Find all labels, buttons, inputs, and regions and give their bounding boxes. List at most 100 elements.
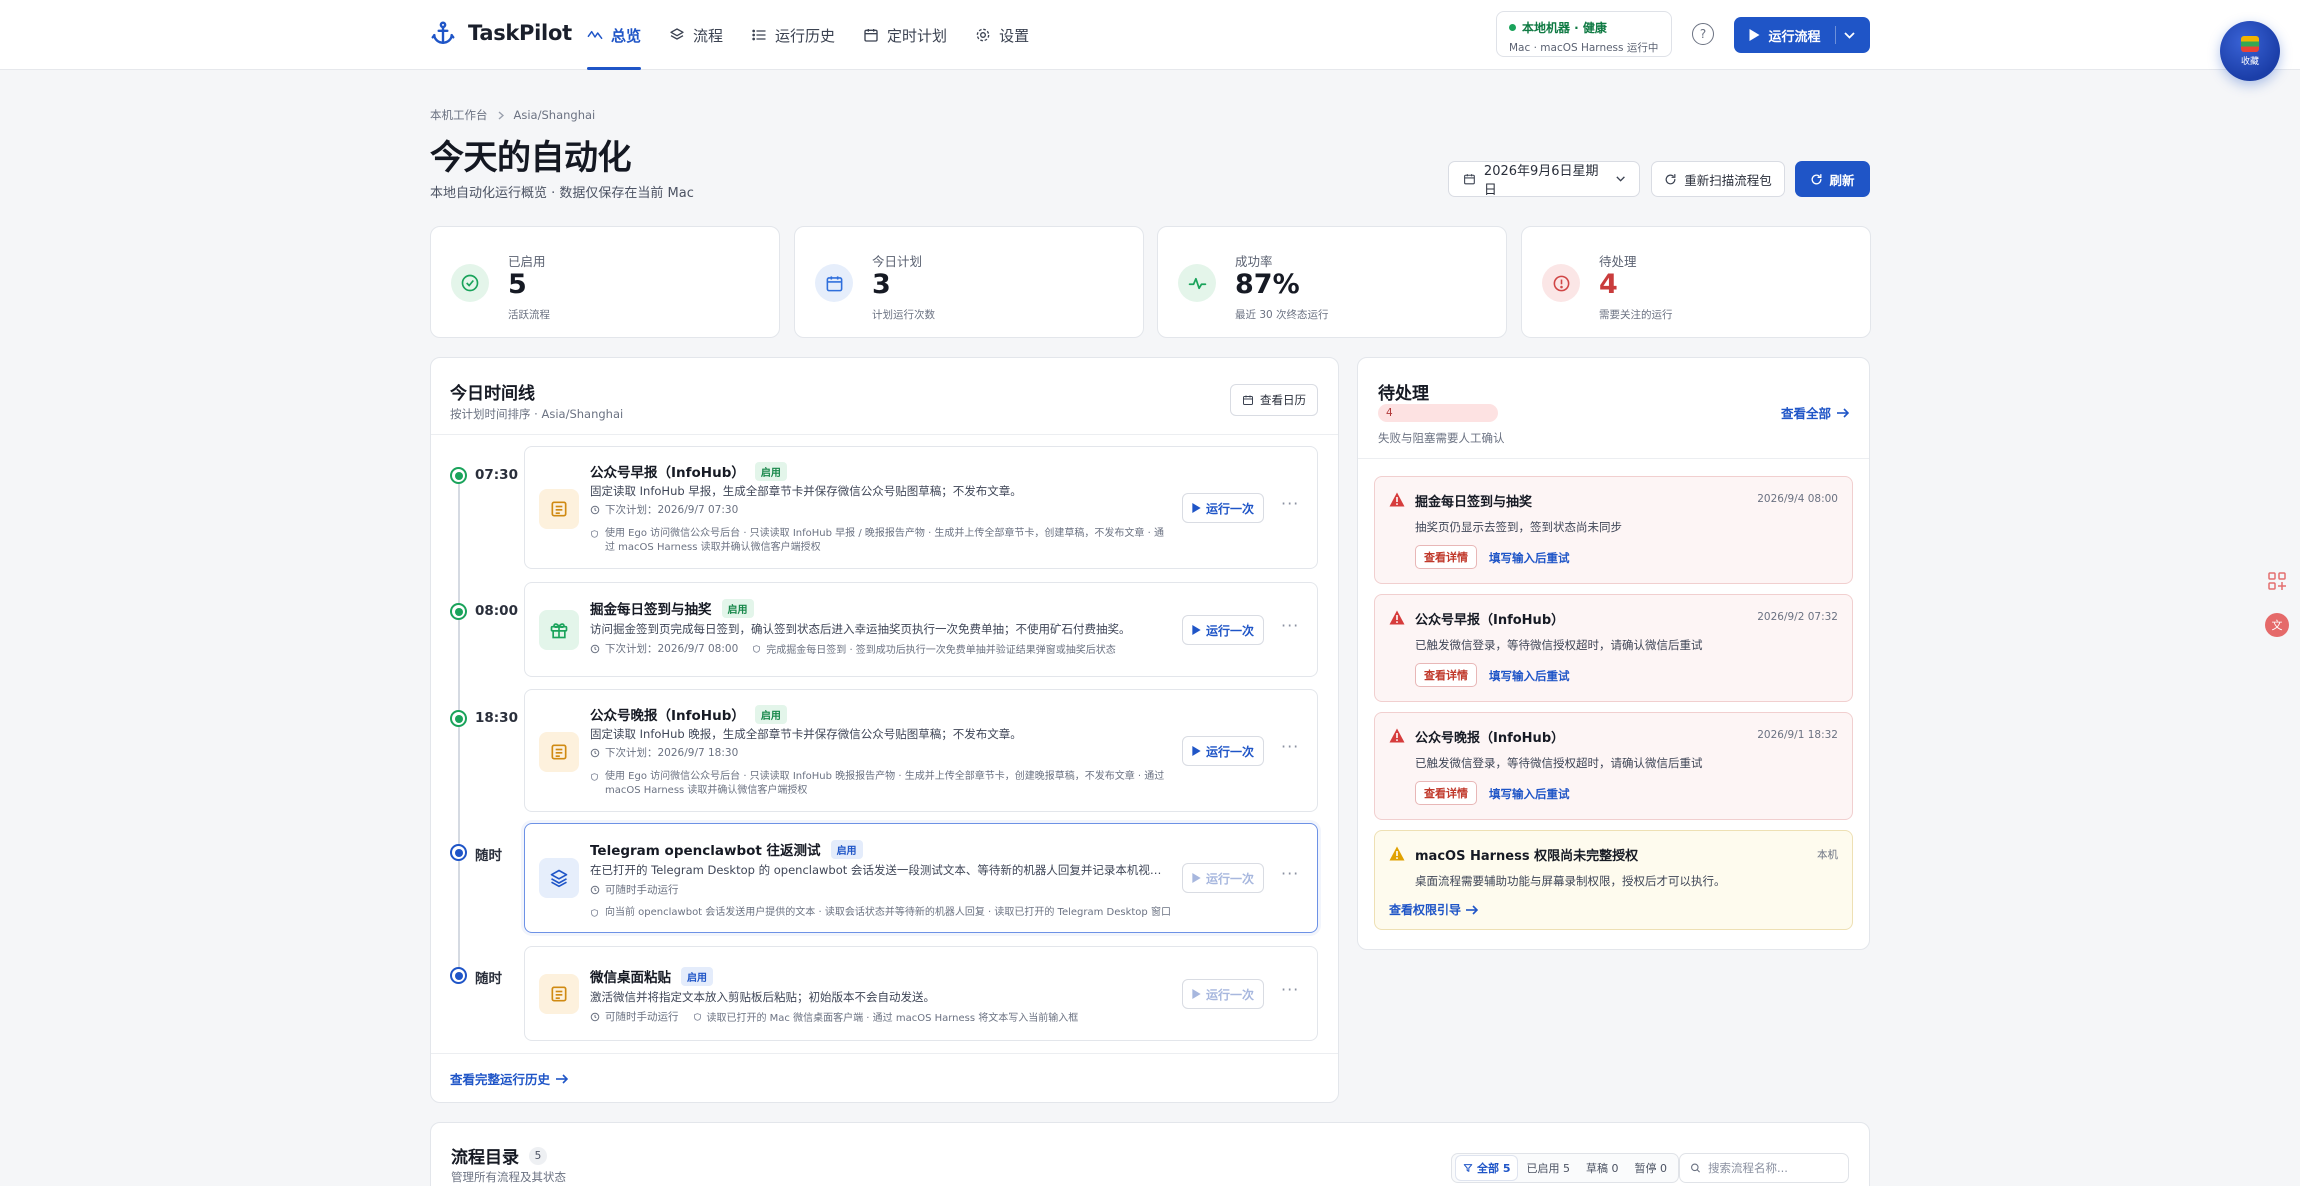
translate-icon[interactable]: 文 (2264, 612, 2290, 638)
job-title[interactable]: 掘金每日签到与抽奖 (590, 598, 712, 618)
catalog-search[interactable] (1679, 1153, 1849, 1183)
next-run-text: 可随时手动运行 (605, 884, 679, 896)
pending-title: 待处理 (1378, 384, 1429, 404)
timeline-time: 随时 (475, 848, 502, 864)
pending-item-desc: 已触发微信登录，等待微信授权超时，请确认微信后重试 (1415, 638, 1703, 652)
next-run-text: 下次计划：2026/9/7 07:30 (605, 504, 739, 516)
more-options-icon[interactable]: ··· (1281, 494, 1299, 513)
job-title[interactable]: 微信桌面粘贴 (590, 966, 671, 986)
floating-favorite-button[interactable]: 收藏 (2220, 21, 2280, 81)
machine-health-card[interactable]: 本地机器 · 健康 Mac · macOS Harness 运行中 (1496, 11, 1672, 57)
stat-card-today-plan[interactable]: 今日计划 3 计划运行次数 (794, 226, 1144, 338)
run-flow-label: 运行流程 (1768, 29, 1821, 45)
timeline-dot (450, 603, 467, 620)
check-circle-icon (451, 264, 489, 302)
job-meta: 下次计划：2026/9/7 07:30 (590, 502, 738, 517)
pending-item[interactable]: 掘金每日签到与抽奖 2026/9/4 08:00 抽奖页仍显示去签到，签到状态尚… (1374, 476, 1853, 584)
date-select[interactable]: 2026年9月6日星期日 (1448, 161, 1640, 198)
retry-with-input-link[interactable]: 填写输入后重试 (1489, 668, 1570, 684)
timeline-job-card[interactable]: Telegram openclawbot 往返测试 启用 在已打开的 Teleg… (524, 823, 1318, 933)
view-detail-button[interactable]: 查看详情 (1415, 545, 1477, 569)
run-once-button[interactable]: 运行一次 (1182, 615, 1264, 645)
job-title[interactable]: 公众号晚报（InfoHub） (590, 704, 745, 724)
nav-flows[interactable]: 流程 (669, 0, 723, 70)
job-description: 访问掘金签到页完成每日签到，确认签到状态后进入幸运抽奖页执行一次免费单抽；不使用… (590, 622, 1131, 636)
status-badge: 启用 (830, 839, 863, 859)
divider (431, 1053, 1338, 1054)
layers-icon (539, 858, 579, 898)
more-options-icon[interactable]: ··· (1281, 864, 1299, 883)
job-description: 固定读取 InfoHub 晚报，生成全部章节卡并保存微信公众号贴图草稿；不发布文… (590, 727, 1022, 741)
more-options-icon[interactable]: ··· (1281, 616, 1299, 635)
stat-value: 4 (1599, 269, 1618, 300)
run-once-button[interactable]: 运行一次 (1182, 493, 1264, 523)
job-safety-text: 读取已打开的 Mac 微信桌面客户端 · 通过 macOS Harness 将文… (706, 1013, 1079, 1024)
run-once-label: 运行一次 (1205, 987, 1254, 1002)
stat-value: 87% (1235, 269, 1300, 300)
timeline-job-card[interactable]: 微信桌面粘贴 启用 激活微信并将指定文本放入剪贴板后粘贴；初始版本不会自动发送。… (524, 946, 1318, 1041)
permission-guide-link[interactable]: 查看权限引导 (1389, 901, 1479, 918)
refresh-button[interactable]: 刷新 (1795, 161, 1870, 197)
nav-settings[interactable]: 设置 (975, 0, 1029, 70)
catalog-search-input[interactable] (1708, 1161, 1838, 1175)
status-badge: 启用 (721, 598, 754, 618)
view-calendar-button[interactable]: 查看日历 (1230, 384, 1318, 416)
retry-with-input-link[interactable]: 填写输入后重试 (1489, 786, 1570, 802)
shield-icon (591, 530, 598, 538)
run-once-button[interactable]: 运行一次 (1182, 863, 1264, 893)
run-once-button[interactable]: 运行一次 (1182, 979, 1264, 1009)
pending-item-desc: 已触发微信登录，等待微信授权超时，请确认微信后重试 (1415, 756, 1703, 770)
page-subtitle: 本地自动化运行概览 · 数据仅保存在当前 Mac (430, 186, 694, 201)
job-title-row: Telegram openclawbot 往返测试 启用 (590, 839, 863, 859)
alert-triangle-icon (1389, 728, 1405, 743)
timeline-job-card[interactable]: 公众号早报（InfoHub） 启用 固定读取 InfoHub 早报，生成全部章节… (524, 446, 1318, 569)
run-once-button[interactable]: 运行一次 (1182, 736, 1264, 766)
shield-icon (591, 909, 598, 917)
job-title[interactable]: Telegram openclawbot 往返测试 (590, 839, 821, 859)
view-all-link[interactable]: 查看全部 (1781, 403, 1850, 422)
chevron-down-icon[interactable] (1843, 31, 1855, 39)
stat-card-success-rate[interactable]: 成功率 87% 最近 30 次终态运行 (1157, 226, 1507, 338)
main-nav: 总览 流程 运行历史 定时计划 设置 (587, 0, 1029, 70)
job-safety-note: 向当前 openclawbot 会话发送用户提供的文本 · 读取会话状态并等待新… (590, 906, 1190, 920)
more-options-icon[interactable]: ··· (1281, 980, 1299, 999)
more-options-icon[interactable]: ··· (1281, 737, 1299, 756)
arrow-right-icon (1466, 904, 1479, 915)
view-history-link[interactable]: 查看完整运行历史 (450, 1069, 569, 1088)
next-run: 可随时手动运行 (590, 1009, 679, 1024)
nav-schedule[interactable]: 定时计划 (863, 0, 947, 70)
job-description: 固定读取 InfoHub 早报，生成全部章节卡并保存微信公众号贴图草稿；不发布文… (590, 484, 1022, 498)
timeline-job-card[interactable]: 公众号晚报（InfoHub） 启用 固定读取 InfoHub 晚报，生成全部章节… (524, 689, 1318, 812)
view-detail-button[interactable]: 查看详情 (1415, 781, 1477, 805)
help-icon[interactable]: ? (1692, 23, 1714, 45)
view-detail-button[interactable]: 查看详情 (1415, 663, 1477, 687)
timeline-job-card[interactable]: 掘金每日签到与抽奖 启用 访问掘金签到页完成每日签到，确认签到状态后进入幸运抽奖… (524, 582, 1318, 677)
pending-item[interactable]: 公众号晚报（InfoHub） 2026/9/1 18:32 已触发微信登录，等待… (1374, 712, 1853, 820)
pending-item-title: macOS Harness 权限尚未完整授权 (1415, 849, 1639, 864)
filter-draft[interactable]: 草稿 0 (1579, 1156, 1626, 1180)
filter-enabled[interactable]: 已启用 5 (1519, 1156, 1577, 1180)
nav-overview[interactable]: 总览 (587, 0, 642, 70)
clock-icon (590, 748, 600, 757)
brand[interactable]: TaskPilot (430, 20, 572, 46)
retry-with-input-link[interactable]: 填写输入后重试 (1489, 550, 1570, 566)
nav-history[interactable]: 运行历史 (751, 0, 835, 70)
run-flow-button[interactable]: 运行流程 (1734, 17, 1870, 53)
filter-paused[interactable]: 暂停 0 (1627, 1156, 1674, 1180)
stat-card-enabled[interactable]: 已启用 5 活跃流程 (430, 226, 780, 338)
rescan-button[interactable]: 重新扫描流程包 (1651, 161, 1785, 197)
timeline-dot (450, 467, 467, 484)
job-title-row: 公众号晚报（InfoHub） 启用 (590, 704, 787, 724)
breadcrumb-item-workspace[interactable]: 本机工作台 (430, 107, 488, 123)
pending-item-warning[interactable]: macOS Harness 权限尚未完整授权 本机 桌面流程需要辅助功能与屏幕录… (1374, 830, 1853, 930)
stat-card-pending[interactable]: 待处理 4 需要关注的运行 (1521, 226, 1871, 338)
filter-all[interactable]: 全部 5 (1456, 1156, 1518, 1180)
job-title[interactable]: 公众号早报（InfoHub） (590, 461, 745, 481)
pending-item[interactable]: 公众号早报（InfoHub） 2026/9/2 07:32 已触发微信登录，等待… (1374, 594, 1853, 702)
rescan-label: 重新扫描流程包 (1684, 172, 1772, 188)
pending-item-time: 2026/9/1 18:32 (1757, 729, 1838, 741)
grid-plus-icon[interactable] (2264, 568, 2290, 594)
pending-item-desc: 抽奖页仍显示去签到，签到状态尚未同步 (1415, 520, 1622, 534)
nav-settings-label: 设置 (999, 26, 1030, 45)
health-status-text: 本地机器 · 健康 (1522, 21, 1607, 35)
